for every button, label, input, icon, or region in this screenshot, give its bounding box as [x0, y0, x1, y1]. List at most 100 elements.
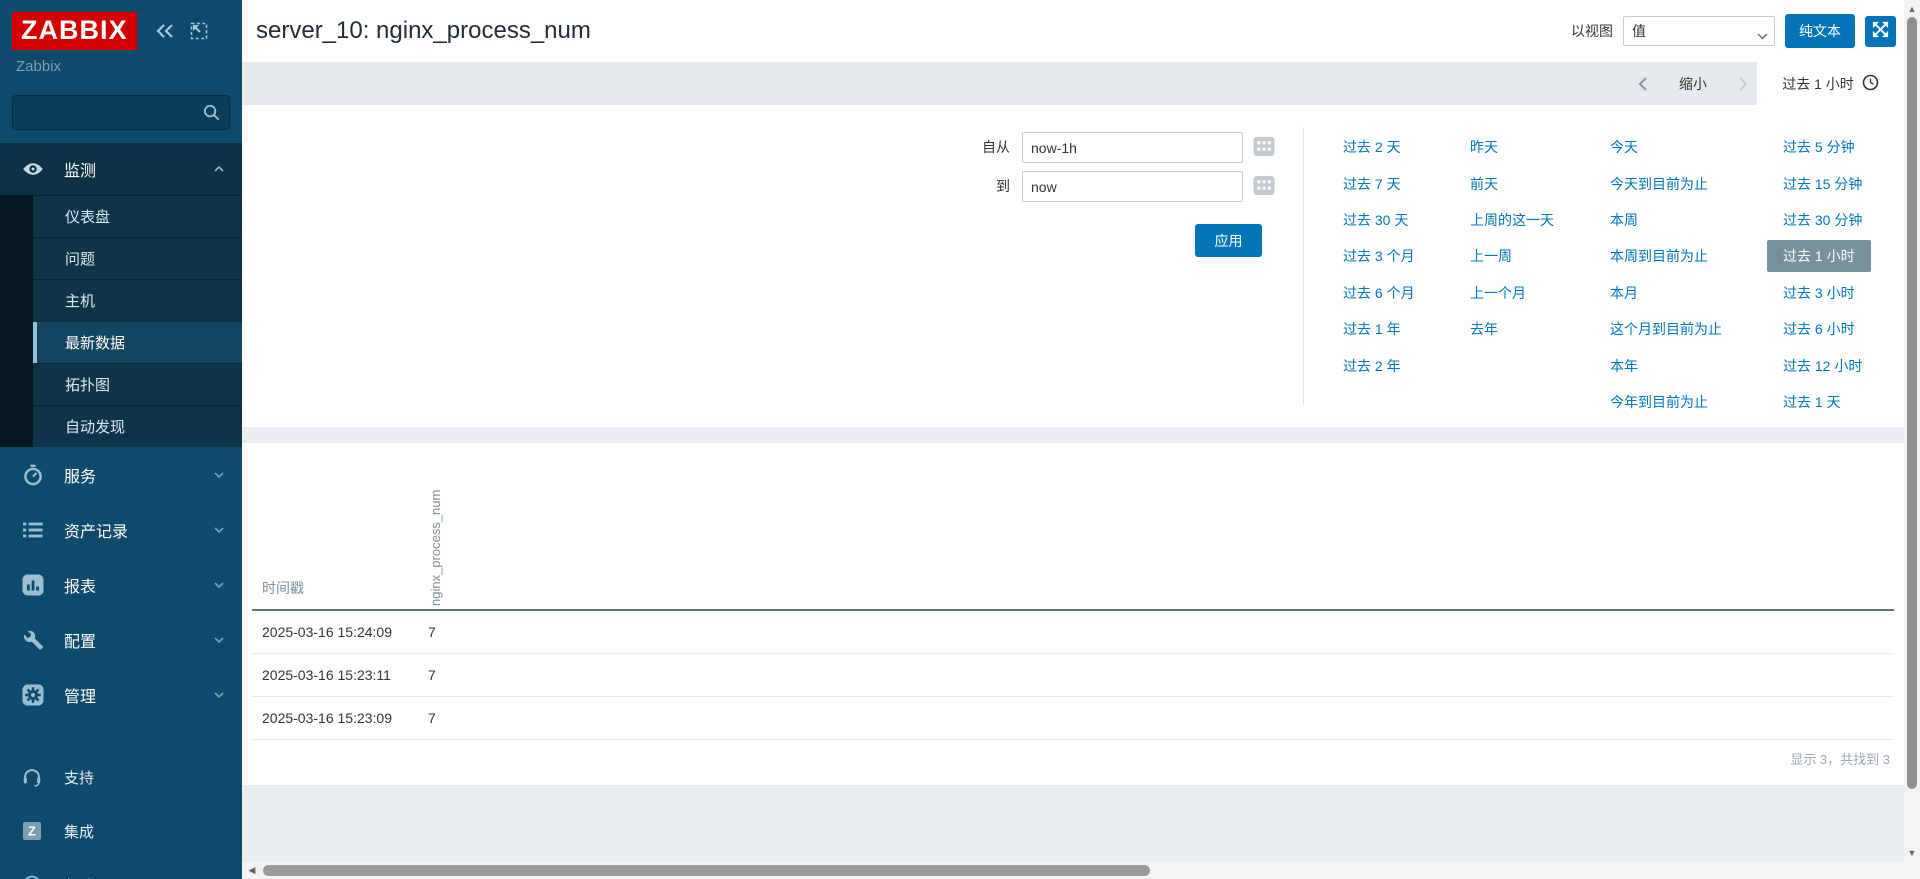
value-column-header: nginx_process_num	[428, 451, 443, 606]
clock-icon	[1862, 74, 1879, 94]
horizontal-scrollbar-thumb[interactable]	[263, 865, 1150, 876]
quick-range-link[interactable]: 过去 12 小时	[1783, 356, 1862, 376]
from-input[interactable]	[1022, 132, 1243, 163]
quick-range-link[interactable]: 过去 15 分钟	[1783, 174, 1862, 194]
sidebar-item-label: 报表	[64, 573, 96, 597]
sidebar-item-hosts[interactable]: 主机	[33, 279, 242, 321]
sidebar-item-label: 支持	[64, 767, 94, 788]
horizontal-scrollbar[interactable]: ◀	[242, 862, 1904, 879]
z-square-icon: Z	[20, 821, 44, 841]
scroll-up-icon[interactable]: ▲	[1904, 2, 1920, 16]
sidebar-item-dashboard[interactable]: 仪表盘	[33, 195, 242, 237]
stopwatch-icon	[20, 463, 46, 487]
quick-range-link[interactable]: 过去 30 天	[1343, 210, 1408, 230]
quick-range-link[interactable]: 过去 6 个月	[1343, 283, 1415, 303]
sidebar-item-maps[interactable]: 拓扑图	[33, 363, 242, 405]
logo-row: ZABBIX	[0, 0, 242, 50]
quick-range-link[interactable]: 过去 3 个月	[1343, 246, 1415, 266]
to-calendar-button[interactable]	[1252, 171, 1286, 202]
quick-range-link[interactable]: 本月	[1610, 283, 1638, 303]
sidebar-footer: 支持 Z 集成 ? 帮助	[0, 750, 242, 879]
quick-range-column-3: 今天 今天到目前为止 本周 本周到目前为止 本月 这个月到目前为止 本年 今年到…	[1610, 129, 1722, 420]
plain-text-button[interactable]: 纯文本	[1785, 14, 1855, 48]
sidebar-item-administration[interactable]: 管理	[0, 667, 242, 722]
quick-range-link[interactable]: 本年	[1610, 356, 1638, 376]
from-calendar-button[interactable]	[1252, 132, 1286, 163]
wrench-icon	[20, 628, 46, 652]
result-count: 显示 3，共找到 3	[1790, 749, 1890, 768]
quick-range-link[interactable]: 这个月到目前为止	[1610, 319, 1722, 339]
zabbix-logo[interactable]: ZABBIX	[12, 12, 137, 50]
vertical-scrollbar[interactable]: ▲ ▼	[1904, 0, 1920, 879]
sidebar-item-services[interactable]: 服务	[0, 447, 242, 502]
chevron-down-icon	[214, 692, 224, 698]
time-filter-bar: 缩小 过去 1 小时	[242, 62, 1904, 105]
apply-button[interactable]: 应用	[1195, 224, 1262, 257]
quick-range-link[interactable]: 今天到目前为止	[1610, 174, 1708, 194]
quick-range-link[interactable]: 本周到目前为止	[1610, 246, 1708, 266]
quick-range-link[interactable]: 过去 5 分钟	[1783, 137, 1855, 157]
eye-icon	[20, 160, 46, 178]
quick-range-link[interactable]: 今天	[1610, 137, 1638, 157]
chevron-down-icon	[214, 527, 224, 533]
scroll-left-icon[interactable]: ◀	[244, 862, 260, 879]
sidebar-item-discovery[interactable]: 自动发现	[33, 405, 242, 447]
sidebar-item-inventory[interactable]: 资产记录	[0, 502, 242, 557]
quick-range-link[interactable]: 前天	[1470, 174, 1498, 194]
scroll-down-icon[interactable]: ▼	[1904, 846, 1920, 860]
history-table-panel: 时间戳 nginx_process_num 2025-03-16 15:24:0…	[242, 443, 1904, 785]
gear-icon	[20, 683, 46, 707]
table-row: 2025-03-16 15:23:11 7	[252, 654, 1894, 697]
submenu-label: 最新数据	[65, 332, 125, 353]
sidebar-item-label: 配置	[64, 628, 96, 652]
quick-range-link[interactable]: 过去 7 天	[1343, 174, 1401, 194]
quick-range-link[interactable]: 昨天	[1470, 137, 1498, 157]
quick-range-column-1: 过去 2 天 过去 7 天 过去 30 天 过去 3 个月 过去 6 个月 过去…	[1343, 129, 1415, 384]
submenu-label: 拓扑图	[65, 374, 110, 395]
quick-range-link[interactable]: 过去 1 天	[1783, 392, 1841, 412]
sidebar-search-input[interactable]	[12, 95, 230, 130]
collapse-sidebar-icon[interactable]	[155, 23, 175, 39]
sidebar-item-monitoring[interactable]: 监测	[0, 143, 242, 195]
quick-range-link[interactable]: 过去 2 天	[1343, 137, 1401, 157]
sidebar-item-integrations[interactable]: Z 集成	[0, 804, 242, 858]
search-icon[interactable]	[202, 103, 221, 127]
submenu-label: 主机	[65, 290, 95, 311]
sidebar-item-label: 资产记录	[64, 518, 128, 542]
chevron-down-icon	[214, 472, 224, 478]
to-label: 到	[942, 171, 1010, 202]
quick-range-link[interactable]: 今年到目前为止	[1610, 392, 1708, 412]
quick-range-link[interactable]: 过去 6 小时	[1783, 319, 1855, 339]
quick-range-link[interactable]: 本周	[1610, 210, 1638, 230]
sidebar-item-problems[interactable]: 问题	[33, 237, 242, 279]
time-shift-right-icon[interactable]	[1729, 76, 1757, 92]
hide-sidebar-icon[interactable]	[189, 21, 209, 41]
list-icon	[20, 518, 46, 542]
view-as-select[interactable]: 值	[1623, 16, 1775, 46]
sidebar-menu: 监测 仪表盘 问题 主机 最新数据 拓扑图 自动发现 服务	[0, 143, 242, 722]
quick-range-link[interactable]: 上周的这一天	[1470, 210, 1554, 230]
sidebar-item-configuration[interactable]: 配置	[0, 612, 242, 667]
quick-range-link[interactable]: 过去 2 年	[1343, 356, 1401, 376]
quick-range-link[interactable]: 上一个月	[1470, 283, 1526, 303]
quick-range-link[interactable]: 过去 3 小时	[1783, 283, 1855, 303]
quick-range-link[interactable]: 去年	[1470, 319, 1498, 339]
quick-range-link[interactable]: 过去 30 分钟	[1783, 210, 1862, 230]
page-title: server_10: nginx_process_num	[256, 17, 591, 45]
time-shift-left-icon[interactable]	[1629, 76, 1657, 92]
sidebar-item-label: 服务	[64, 463, 96, 487]
quick-range-link[interactable]: 过去 1 年	[1343, 319, 1401, 339]
zoom-out-button[interactable]: 缩小	[1679, 74, 1707, 94]
quick-range-column-2: 昨天 前天 上周的这一天 上一周 上一个月 去年	[1470, 129, 1554, 347]
sidebar-item-support[interactable]: 支持	[0, 750, 242, 804]
kiosk-mode-button[interactable]	[1865, 16, 1896, 47]
quick-range-link-selected[interactable]: 过去 1 小时	[1767, 240, 1871, 272]
sidebar-item-help[interactable]: ? 帮助	[0, 858, 242, 879]
quick-range-link[interactable]: 上一周	[1470, 246, 1512, 266]
question-icon: ?	[20, 875, 44, 879]
sidebar-item-latest-data[interactable]: 最新数据	[33, 321, 242, 363]
time-range-tab[interactable]: 过去 1 小时	[1757, 62, 1904, 105]
vertical-scrollbar-thumb[interactable]	[1907, 17, 1917, 789]
sidebar-item-reports[interactable]: 报表	[0, 557, 242, 612]
to-input[interactable]	[1022, 171, 1243, 202]
